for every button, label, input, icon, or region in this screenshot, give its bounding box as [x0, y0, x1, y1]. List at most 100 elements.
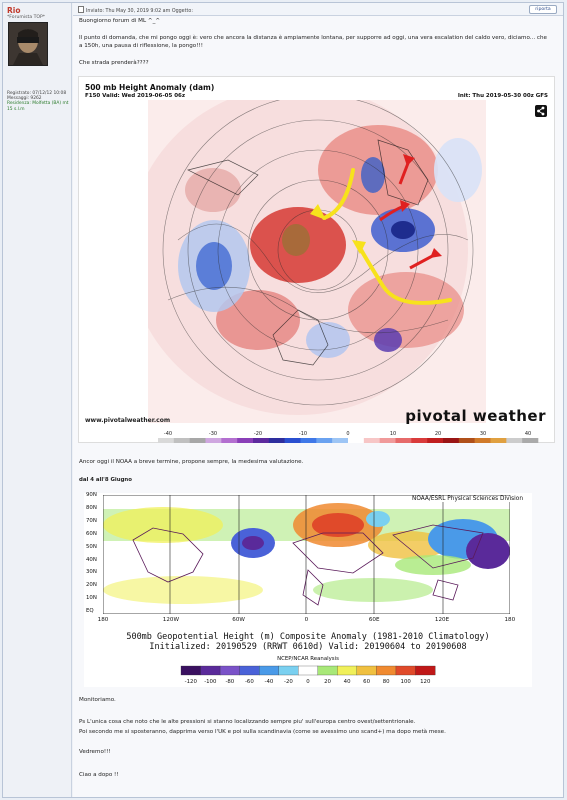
map2-y-tick: 30N	[86, 569, 97, 576]
map2-x-tick: 180	[504, 617, 516, 623]
post-meta-text: Inviato: Thu May 30, 2019 9:02 am Oggett…	[86, 9, 193, 14]
avatar	[8, 22, 48, 66]
map2-colorbar-swatch	[298, 665, 319, 676]
map2-colorbar-tick: 40	[344, 679, 351, 685]
map2-colorbar-tick: -20	[284, 679, 293, 685]
post-vedremo: Vedremo!!!	[79, 749, 111, 755]
post-ps-line1: Ps L'unica cosa che noto che le alte pre…	[79, 719, 416, 725]
map2-colorbar-tick: -80	[225, 679, 234, 685]
map2-colorbar-swatch	[395, 665, 416, 676]
map2-colorbar-swatch	[356, 665, 377, 676]
map1-colorbar-swatch	[458, 438, 475, 443]
map1-colorbar-tick: 10	[390, 431, 396, 437]
map2-colorbar: -120 -100 -80 -60 -40 -20 0 20 40 60 80 100 120	[180, 665, 436, 685]
map1-colorbar-swatch	[411, 438, 428, 443]
map1-colorbar-swatch	[379, 438, 396, 443]
map1-colorbar: -40 -30 -20 -10 0 10 20 30 40	[158, 431, 539, 443]
map2-y-tick: 60N	[86, 530, 97, 537]
map2-y-tick: 70N	[86, 517, 97, 524]
map2-colorbar-tick: 60	[363, 679, 370, 685]
map1-title: 500 mb Height Anomaly (dam)	[85, 83, 215, 92]
quote-button[interactable]: riporta	[529, 5, 557, 14]
map1-colorbar-swatch	[332, 438, 349, 443]
post-header: Inviato: Thu May 30, 2019 9:02 am Oggett…	[73, 3, 563, 16]
map2-plot	[103, 495, 510, 614]
map2-source: NOAA/ESRL Physical Sciences Division	[410, 496, 524, 502]
post-meta: Inviato: Thu May 30, 2019 9:02 am Oggett…	[78, 6, 193, 14]
map1-colorbar-swatch	[173, 438, 190, 443]
map2-x-tick: 120E	[434, 617, 450, 623]
map2-x-tick: 60E	[368, 617, 380, 623]
pivotal-weather-logo: pivotal weather	[405, 407, 546, 425]
post-dates: dal 4 all'8 Giugno	[79, 477, 132, 483]
post-column: Inviato: Thu May 30, 2019 9:02 am Oggett…	[73, 3, 563, 797]
post-ps-line2: Poi secondo me si sposteranno, dapprima …	[79, 729, 446, 735]
map2-caption-title: 500mb Geopotential Height (m) Composite …	[126, 632, 490, 642]
map1-colorbar-tick: 40	[525, 431, 531, 437]
post-para2: Ancor oggi il NOAA a breve termine, prop…	[79, 459, 304, 465]
map1-colorbar-swatch	[300, 438, 317, 443]
map2-y-tick: 50N	[86, 543, 97, 550]
map1-colorbar-swatch	[348, 438, 365, 443]
map1-colorbar-swatch	[427, 438, 444, 443]
map2-colorbar-tick: 0	[306, 679, 310, 685]
map1-colorbar-swatch	[253, 438, 270, 443]
map1-colorbar-tick: 30	[480, 431, 486, 437]
quote-button-label: riporta	[535, 7, 551, 12]
username[interactable]: Rio	[7, 6, 21, 15]
noaa-composite-map: NOAA/ESRL Physical Sciences Division 90N…	[84, 492, 532, 687]
map2-x-tick: 60W	[232, 617, 245, 623]
post-closing: Ciao a dopo !!	[79, 772, 119, 778]
map1-colorbar-swatch	[522, 438, 539, 443]
map1-colorbar-swatch	[237, 438, 254, 443]
map2-colorbar-tick: 20	[324, 679, 331, 685]
user-info: Registrato: 07/12/12 10:08 Messaggi: 926…	[7, 91, 71, 112]
map1-colorbar-swatch	[474, 438, 491, 443]
map1-init: Init: Thu 2019-05-30 00z GFS	[457, 93, 548, 99]
map1-colorbar-tick: 20	[435, 431, 441, 437]
map2-colorbar-swatch	[219, 665, 241, 676]
gfs-anomaly-map: 500 mb Height Anomaly (dam) F150 Valid: …	[78, 76, 555, 443]
post-question: Che strada prenderà????	[79, 60, 149, 66]
map2-y-tick: 90N	[86, 492, 97, 498]
map2-colorbar-tick: 80	[383, 679, 390, 685]
map1-plot	[148, 100, 486, 423]
map2-colorbar-swatch	[317, 665, 338, 676]
map2-colorbar-swatch	[415, 665, 436, 676]
map1-colorbar-swatch	[189, 438, 206, 443]
map2-reanalysis: NCEP/NCAR Reanalysis	[277, 656, 339, 662]
map1-colorbar-swatch	[363, 438, 380, 443]
map1-colorbar-tick: -10	[299, 431, 307, 437]
user-panel: Rio *Forumista TOP* Registrato: 07/12/12…	[3, 3, 72, 797]
user-rank: *Forumista TOP*	[7, 15, 46, 20]
map2-colorbar-tick: -60	[245, 679, 254, 685]
post-doc-icon	[78, 6, 84, 13]
map2-colorbar-tick: 100	[401, 679, 412, 685]
map2-y-tick: 80N	[86, 504, 97, 511]
map2-colorbar-tick: -100	[204, 679, 217, 685]
post-monitor: Monitoriamo.	[79, 697, 116, 703]
map1-colorbar-swatch	[443, 438, 460, 443]
post-para1-line2: a 150h, una pausa di riflessione, la pon…	[79, 43, 203, 49]
map2-colorbar-swatch	[278, 665, 299, 676]
map2-colorbar-swatch	[200, 665, 221, 676]
post-greeting: Buongiorno forum di ML ^_^	[79, 18, 161, 24]
map1-colorbar-swatch	[506, 438, 523, 443]
map2-colorbar-tick: -40	[265, 679, 274, 685]
map2-x-tick: 180	[97, 617, 109, 623]
map2-y-tick: 20N	[86, 582, 97, 589]
map2-x-tick: 0	[304, 617, 309, 623]
map2-y-tick: EQ	[86, 608, 94, 615]
map1-colorbar-swatch	[268, 438, 285, 443]
share-icon[interactable]	[535, 105, 547, 117]
map1-valid: F150 Valid: Wed 2019-06-05 06z	[85, 93, 186, 99]
map1-colorbar-swatch	[490, 438, 507, 443]
map1-colorbar-swatch	[221, 438, 238, 443]
map1-colorbar-swatch	[316, 438, 333, 443]
map1-colorbar-swatch	[395, 438, 412, 443]
map2-colorbar-swatch	[259, 665, 280, 676]
map2-colorbar-tick: 120	[420, 679, 431, 685]
map1-colorbar-swatch	[284, 438, 301, 443]
user-residence: Residenza: Molfetta (BA) mt 15 s.l.m	[7, 101, 69, 112]
map2-x-tick: 120W	[162, 617, 180, 623]
